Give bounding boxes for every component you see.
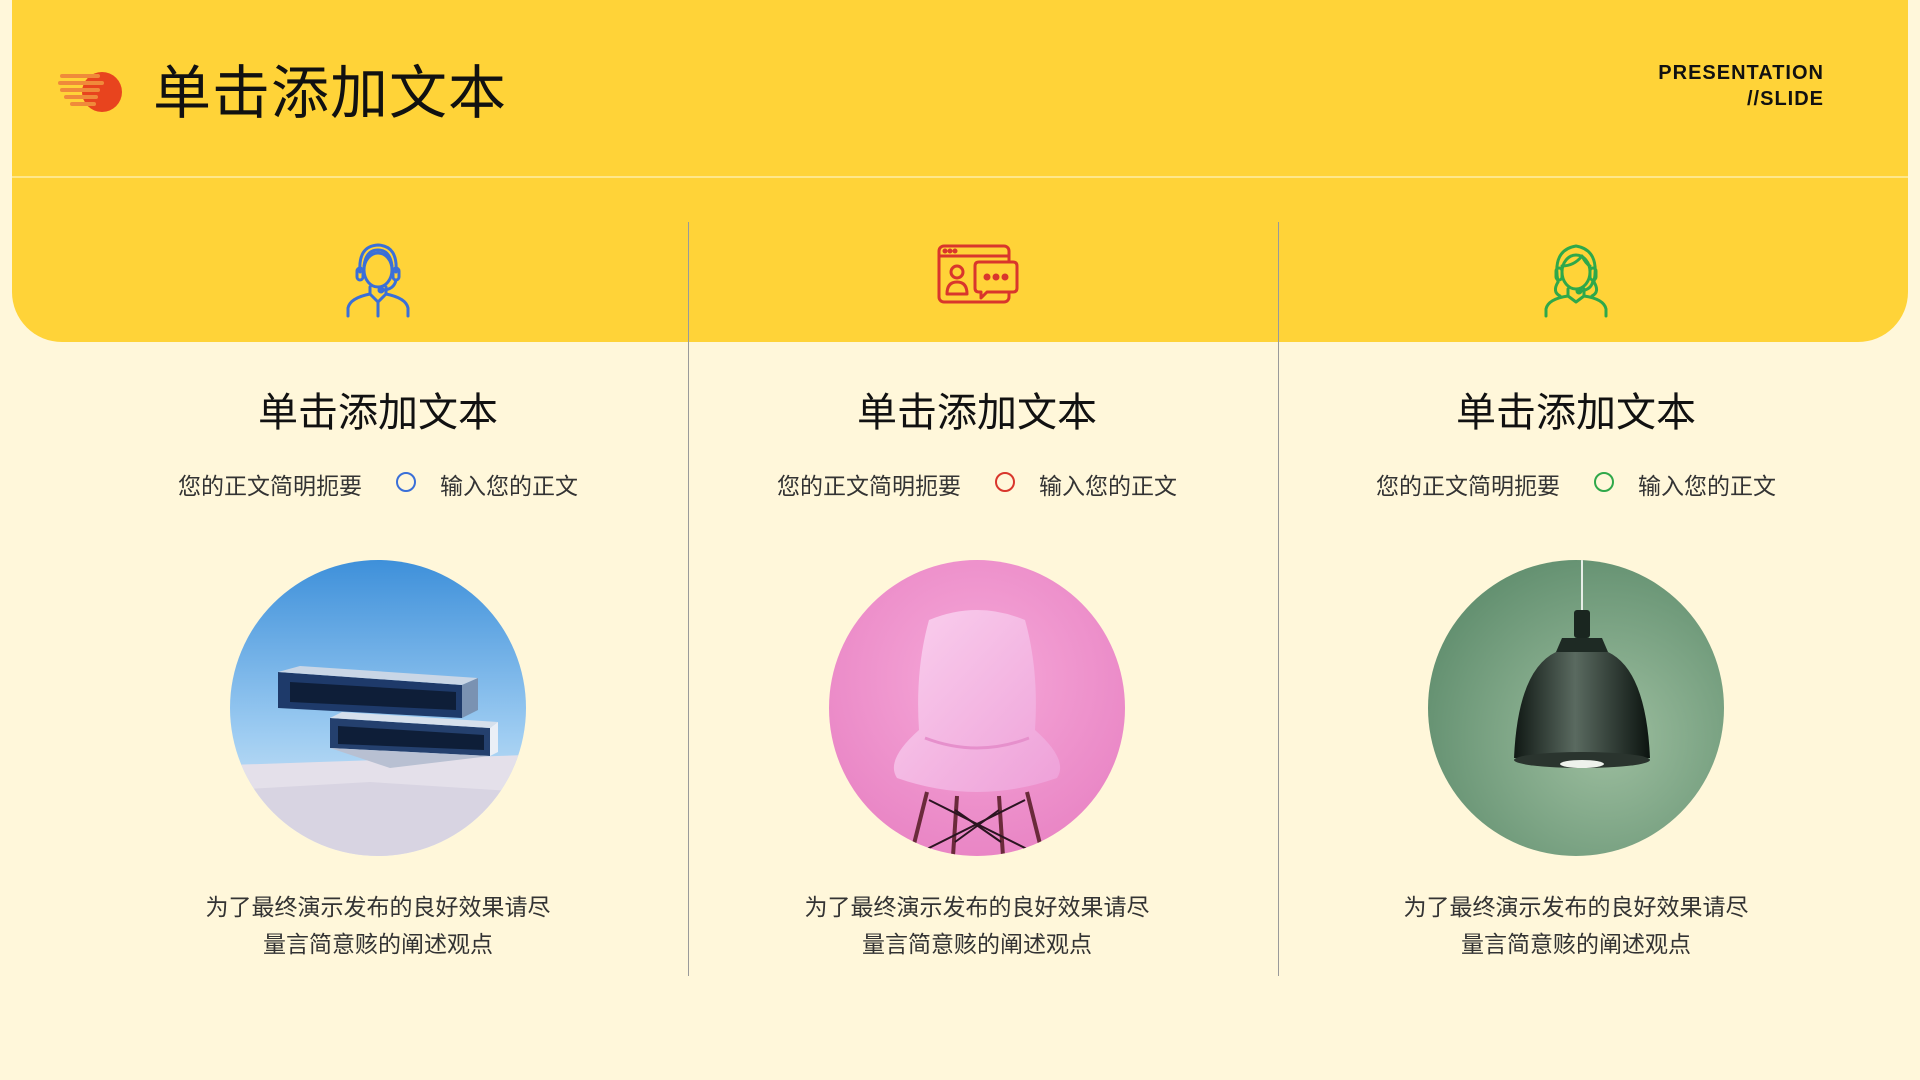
ring-bullet-icon (1594, 472, 1614, 492)
logo-icon (58, 72, 122, 112)
description-line: 为了最终演示发布的良好效果请尽 (804, 895, 1150, 921)
column-subtitle: 您的正文简明扼要 输入您的正文 (1283, 472, 1869, 502)
page-title: 单击添加文本 (153, 59, 508, 127)
column-description: 为了最终演示发布的良好效果请尽 量言简意赅的阐述观点 (684, 890, 1270, 964)
subtitle-left: 您的正文简明扼要 (1376, 474, 1560, 500)
header-divider (12, 176, 1908, 178)
headset-woman-icon (1544, 244, 1608, 318)
headset-man-icon (346, 243, 410, 318)
slide: 单击添加文本 PRESENTATION //SLIDE 单击添加文本 您的正文简… (0, 0, 1920, 1080)
column-description: 为了最终演示发布的良好效果请尽 量言简意赅的阐述观点 (85, 890, 671, 964)
green-lamp-photo (1428, 560, 1724, 856)
column-title: 单击添加文本 (1456, 390, 1696, 436)
brand-line-1: PRESENTATION (1658, 62, 1824, 84)
description-line: 为了最终演示发布的良好效果请尽 (205, 895, 551, 921)
blue-architecture-photo (230, 560, 526, 856)
column-description: 为了最终演示发布的良好效果请尽 量言简意赅的阐述观点 (1283, 890, 1869, 964)
column-subtitle: 您的正文简明扼要 输入您的正文 (85, 472, 671, 502)
brand-line-2: //SLIDE (1746, 88, 1824, 110)
subtitle-left: 您的正文简明扼要 (777, 474, 961, 500)
column-subtitle: 您的正文简明扼要 输入您的正文 (684, 472, 1270, 502)
description-line: 量言简意赅的阐述观点 (862, 932, 1092, 958)
description-line: 量言简意赅的阐述观点 (1461, 932, 1691, 958)
feature-column-2: 单击添加文本 您的正文简明扼要 输入您的正文 为了最终演示发布的良好效果请尽 量… (684, 222, 1270, 982)
feature-column-3: 单击添加文本 您的正文简明扼要 输入您的正文 为了最终演示发布的良好效果请尽 量… (1283, 222, 1869, 982)
ring-bullet-icon (995, 472, 1015, 492)
column-title: 单击添加文本 (857, 390, 1097, 436)
subtitle-right: 输入您的正文 (1039, 474, 1177, 500)
description-line: 量言简意赅的阐述观点 (263, 932, 493, 958)
description-line: 为了最终演示发布的良好效果请尽 (1403, 895, 1749, 921)
column-title: 单击添加文本 (258, 390, 498, 436)
subtitle-right: 输入您的正文 (1638, 474, 1776, 500)
subtitle-left: 您的正文简明扼要 (178, 474, 362, 500)
pink-chair-photo (829, 560, 1125, 856)
ring-bullet-icon (396, 472, 416, 492)
brand-label: PRESENTATION //SLIDE (1658, 60, 1824, 112)
column-divider (1278, 222, 1279, 976)
video-chat-icon (937, 244, 1019, 304)
subtitle-right: 输入您的正文 (440, 474, 578, 500)
feature-column-1: 单击添加文本 您的正文简明扼要 输入您的正文 为了最终演示发布的良好效果请尽 量… (85, 222, 671, 982)
